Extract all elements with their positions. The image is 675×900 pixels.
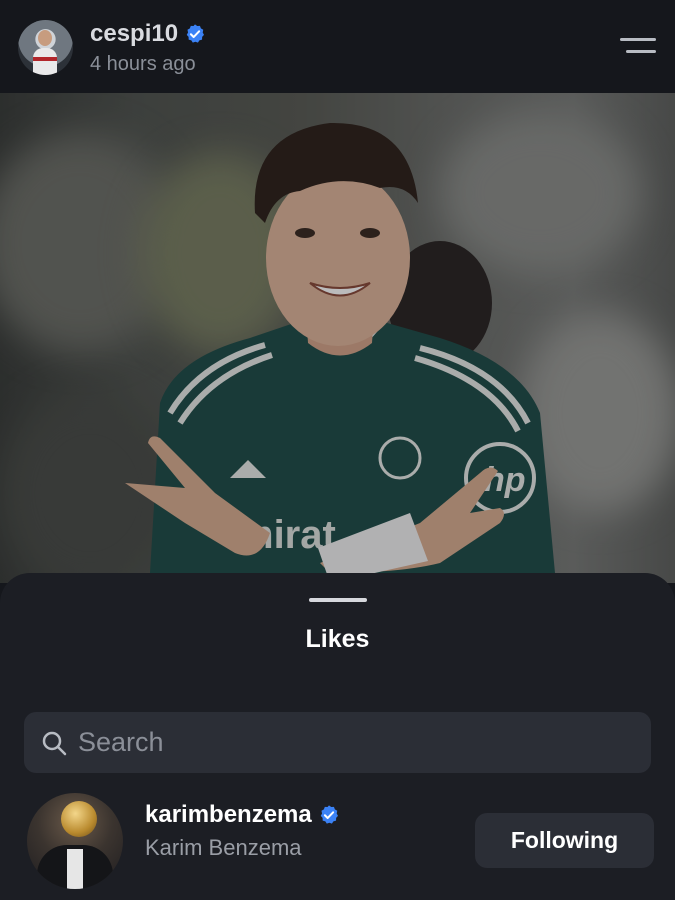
poster-name-row[interactable]: cespi10	[90, 20, 206, 48]
menu-icon[interactable]	[616, 36, 656, 58]
liker-full-name: Karim Benzema	[145, 835, 302, 860]
app-screen: cespi10 4 hours ago hp mirat Likes Searc…	[0, 0, 675, 900]
post-timestamp: 4 hours ago	[90, 53, 196, 75]
liker-username[interactable]: karimbenzema	[145, 801, 312, 829]
verified-badge-icon	[320, 805, 338, 824]
avatar[interactable]	[27, 793, 123, 889]
liker-name-row: karimbenzema	[145, 801, 340, 829]
search-input[interactable]	[78, 712, 638, 773]
post-header: cespi10 4 hours ago	[0, 0, 675, 93]
search-icon	[42, 731, 67, 756]
sheet-title: Likes	[305, 625, 370, 653]
poster-avatar[interactable]	[18, 20, 73, 75]
search-bar[interactable]	[24, 712, 651, 773]
verified-badge-icon	[186, 24, 205, 43]
likes-sheet: Likes karimbenzema Karim Benzema Followi…	[0, 573, 675, 900]
poster-username[interactable]: cespi10	[90, 20, 178, 48]
sheet-grabber[interactable]	[309, 598, 367, 602]
post-photo[interactable]: hp mirat	[0, 93, 675, 583]
liker-row[interactable]: karimbenzema Karim Benzema Following	[0, 791, 675, 891]
following-button[interactable]: Following	[475, 813, 654, 868]
